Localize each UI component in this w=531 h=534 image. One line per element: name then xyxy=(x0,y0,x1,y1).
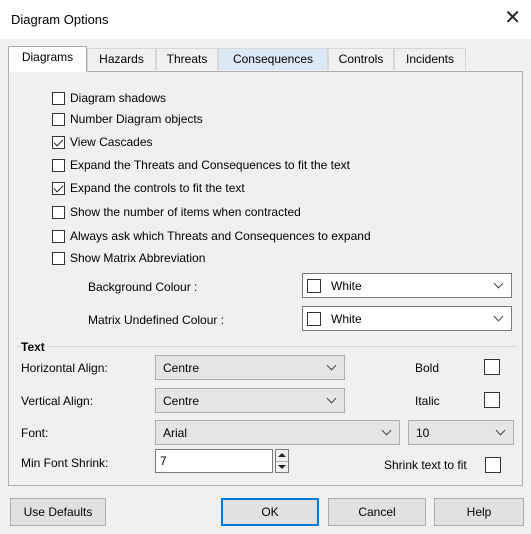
tab-label: Diagrams xyxy=(21,50,74,64)
italic-checkbox[interactable] xyxy=(484,392,500,408)
vertical-align-label: Vertical Align: xyxy=(21,394,94,408)
tab-label: Incidents xyxy=(405,52,455,66)
checkbox[interactable] xyxy=(52,112,65,126)
button-label: OK xyxy=(261,505,279,519)
button-label: Use Defaults xyxy=(23,505,93,519)
option-label: Expand the controls to fit the text xyxy=(70,181,245,195)
spinner-divider xyxy=(276,461,288,462)
option-diagram-shadows[interactable]: Diagram shadows xyxy=(52,89,166,107)
colour-swatch xyxy=(307,312,321,326)
option-always-ask-expand[interactable]: Always ask which Threats and Consequence… xyxy=(52,227,371,245)
background-colour-select[interactable]: White xyxy=(302,273,512,298)
vertical-align-select[interactable]: Centre xyxy=(155,388,345,413)
colour-swatch xyxy=(307,279,321,293)
shrink-to-fit-label: Shrink text to fit xyxy=(384,458,467,472)
shrink-to-fit-checkbox[interactable] xyxy=(485,457,501,473)
background-colour-value: White xyxy=(331,279,362,293)
button-label: Help xyxy=(466,505,492,519)
min-font-shrink-input[interactable]: 7 xyxy=(155,449,273,473)
matrix-undefined-colour-select[interactable]: White xyxy=(302,306,512,331)
matrix-colour-value: White xyxy=(331,312,362,326)
option-show-number-items[interactable]: Show the number of items when contracted xyxy=(52,203,301,221)
chevron-down-icon xyxy=(493,311,504,322)
option-label: Expand the Threats and Consequences to f… xyxy=(70,158,350,172)
tab-consequences[interactable]: Consequences xyxy=(218,48,328,70)
option-label: View Cascades xyxy=(70,135,153,149)
chevron-down-icon xyxy=(326,393,337,404)
checkbox[interactable] xyxy=(52,91,65,105)
checkbox-checked[interactable] xyxy=(52,181,65,195)
option-number-diagram-objects[interactable]: Number Diagram objects xyxy=(52,110,203,128)
chevron-down-icon xyxy=(495,425,506,436)
option-expand-controls[interactable]: Expand the controls to fit the text xyxy=(52,179,245,197)
checkbox[interactable] xyxy=(52,205,65,219)
tab-hazards[interactable]: Hazards xyxy=(87,48,156,70)
font-value: Arial xyxy=(163,426,188,440)
min-font-shrink-label: Min Font Shrink: xyxy=(21,456,109,470)
matrix-colour-label: Matrix Undefined Colour : xyxy=(88,313,225,327)
chevron-down-icon xyxy=(381,425,392,436)
use-defaults-button[interactable]: Use Defaults xyxy=(10,498,106,526)
chevron-down-icon xyxy=(493,278,504,289)
tab-threats[interactable]: Threats xyxy=(156,48,218,70)
option-label: Show the number of items when contracted xyxy=(70,205,301,219)
tab-controls[interactable]: Controls xyxy=(328,48,394,70)
vertical-align-value: Centre xyxy=(163,394,200,408)
ok-button[interactable]: OK xyxy=(221,498,319,526)
option-show-matrix-abbreviation[interactable]: Show Matrix Abbreviation xyxy=(52,249,205,267)
option-label: Number Diagram objects xyxy=(70,112,203,126)
option-expand-threats-consequences[interactable]: Expand the Threats and Consequences to f… xyxy=(52,156,350,174)
title-bar: Diagram Options ✕ xyxy=(0,0,531,40)
checkbox[interactable] xyxy=(52,229,65,243)
italic-label: Italic xyxy=(415,394,440,408)
horizontal-align-select[interactable]: Centre xyxy=(155,355,345,380)
tab-label: Threats xyxy=(166,52,208,66)
font-size-select[interactable]: 10 xyxy=(408,420,514,445)
min-font-shrink-value: 7 xyxy=(160,454,167,468)
close-icon[interactable]: ✕ xyxy=(504,8,521,28)
help-button[interactable]: Help xyxy=(434,498,524,526)
tab-diagrams[interactable]: Diagrams xyxy=(8,46,87,72)
spin-up-icon[interactable] xyxy=(278,453,286,457)
horizontal-align-value: Centre xyxy=(163,361,200,375)
tab-incidents[interactable]: Incidents xyxy=(394,48,466,70)
button-label: Cancel xyxy=(358,505,396,519)
checkbox[interactable] xyxy=(52,158,65,172)
option-label: Diagram shadows xyxy=(70,91,167,105)
background-colour-label: Background Colour : xyxy=(88,280,198,294)
option-label: Always ask which Threats and Consequence… xyxy=(70,229,371,243)
font-size-value: 10 xyxy=(416,426,430,440)
checkbox-checked[interactable] xyxy=(52,135,65,149)
text-group-heading: Text xyxy=(21,340,48,354)
font-label: Font: xyxy=(21,426,49,440)
bold-label: Bold xyxy=(415,361,440,375)
checkbox[interactable] xyxy=(52,251,65,265)
tab-label: Consequences xyxy=(232,52,314,66)
chevron-down-icon xyxy=(326,360,337,371)
tab-label: Controls xyxy=(338,52,384,66)
horizontal-align-label: Horizontal Align: xyxy=(21,361,108,375)
cancel-button[interactable]: Cancel xyxy=(328,498,426,526)
option-label: Show Matrix Abbreviation xyxy=(70,251,206,265)
spin-down-icon[interactable] xyxy=(278,465,286,469)
tab-label: Hazards xyxy=(99,52,144,66)
option-view-cascades[interactable]: View Cascades xyxy=(52,133,153,151)
font-select[interactable]: Arial xyxy=(155,420,400,445)
min-font-shrink-spinner[interactable] xyxy=(275,449,289,473)
window-title: Diagram Options xyxy=(11,12,109,27)
bold-checkbox[interactable] xyxy=(484,359,500,375)
